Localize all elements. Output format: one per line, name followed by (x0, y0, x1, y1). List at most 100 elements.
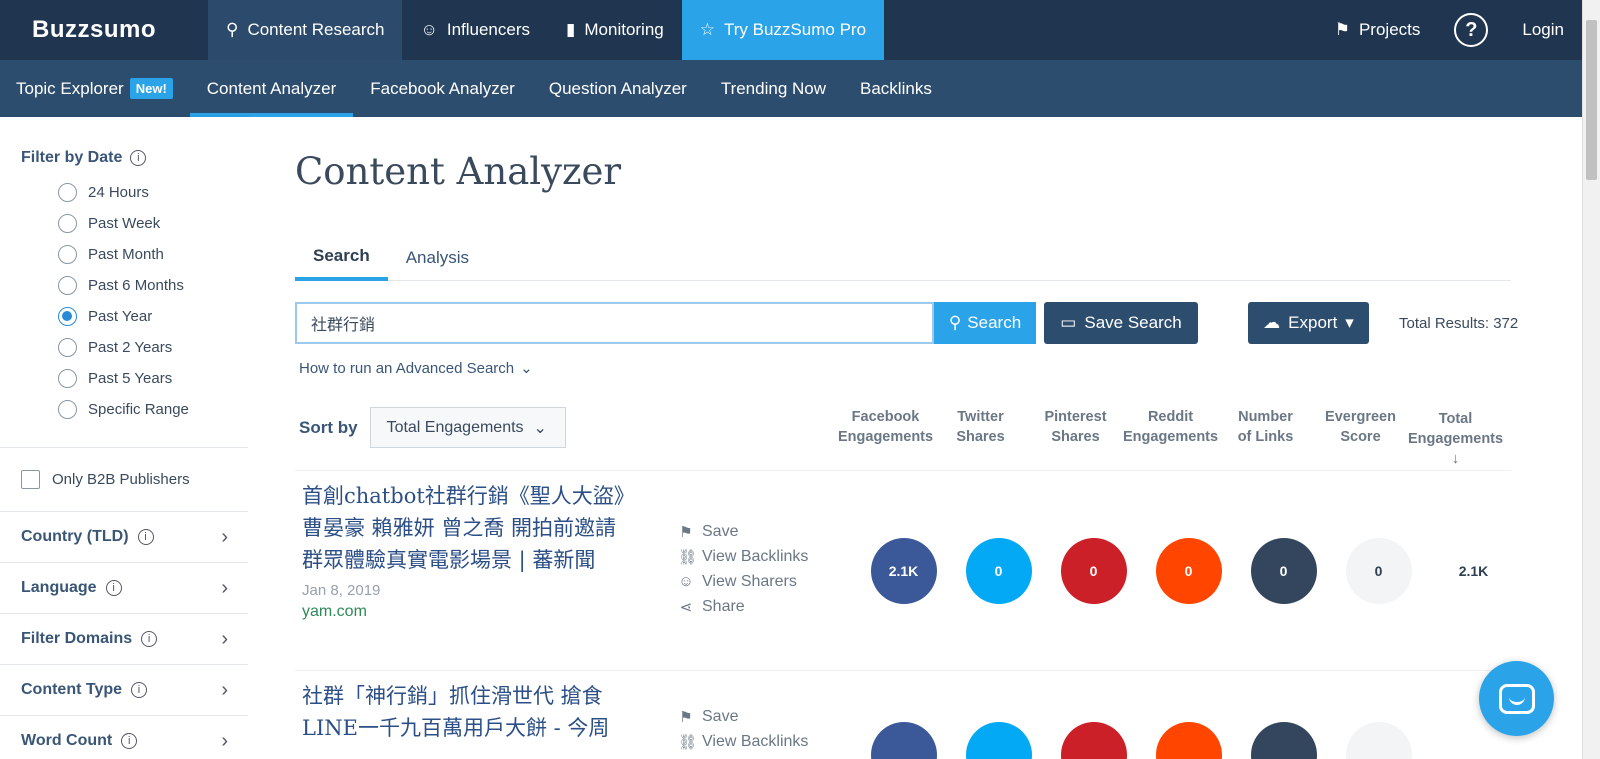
save-action[interactable]: ⚑ Save (678, 519, 808, 544)
pinterest-shares-value[interactable]: 0 (1060, 538, 1127, 604)
folder-icon: ▭ (1060, 313, 1077, 332)
subnav-facebook-analyzer[interactable]: Facebook Analyzer (353, 60, 532, 117)
nav-projects[interactable]: ⚑ Projects (1317, 0, 1439, 60)
radio-button[interactable] (58, 369, 77, 388)
subnav-question-analyzer[interactable]: Question Analyzer (532, 60, 704, 117)
radio-button-checked[interactable] (58, 307, 77, 326)
filter-domains[interactable]: Filter Domains i › (0, 613, 248, 664)
pinterest-shares-value[interactable] (1060, 722, 1127, 759)
date-option-24-hours[interactable]: 24 Hours (58, 177, 248, 208)
col-facebook-engagements[interactable]: Facebook Engagements (838, 407, 933, 469)
facebook-engagements-value[interactable]: 2.1K (870, 538, 937, 604)
date-option-specific-range[interactable]: Specific Range (58, 394, 248, 425)
info-icon[interactable]: i (137, 529, 154, 545)
info-icon[interactable]: i (131, 682, 148, 698)
subnav-content-analyzer[interactable]: Content Analyzer (189, 60, 354, 117)
date-option-past-week[interactable]: Past Week (58, 208, 248, 239)
advanced-search-link[interactable]: How to run an Advanced Search ⌄ (299, 359, 533, 378)
subnav-trending-now[interactable]: Trending Now (704, 60, 843, 117)
reddit-engagements-value[interactable]: 0 (1155, 538, 1222, 604)
save-search-button[interactable]: ▭ Save Search (1044, 302, 1198, 344)
radio-button[interactable] (58, 400, 77, 419)
date-option-label: Past 6 Months (88, 277, 184, 294)
search-button[interactable]: ⚲ Search (934, 302, 1036, 344)
date-option-past-year[interactable]: Past Year (58, 301, 248, 332)
result-metrics (856, 722, 1426, 759)
col-total-engagements[interactable]: Total Engagements ↓ (1408, 407, 1503, 469)
radio-button[interactable] (58, 276, 77, 295)
col-pinterest-shares[interactable]: Pinterest Shares (1028, 407, 1123, 469)
sort-row: Sort by Total Engagements ⌄ (299, 407, 566, 448)
number-of-links-value[interactable]: 0 (1250, 538, 1317, 604)
twitter-shares-value[interactable]: 0 (965, 538, 1032, 604)
info-icon[interactable]: i (141, 631, 158, 647)
col-number-of-links[interactable]: Number of Links (1218, 407, 1313, 469)
date-option-past-2-years[interactable]: Past 2 Years (58, 332, 248, 363)
col-line: Twitter (957, 409, 1004, 425)
col-reddit-engagements[interactable]: Reddit Engagements (1123, 407, 1218, 469)
radio-button[interactable] (58, 183, 77, 202)
bookmark-icon: ⚑ (1334, 20, 1350, 39)
info-icon[interactable]: i (121, 733, 138, 749)
col-line: Shares (956, 429, 1005, 445)
result-item: 首創chatbot社群行銷《聖人大盜》曹晏豪 賴雅妍 曾之喬 開拍前邀請群眾體驗… (302, 480, 632, 621)
tab-analysis[interactable]: Analysis (388, 235, 487, 281)
help-icon[interactable]: ? (1454, 13, 1489, 47)
view-backlinks-action[interactable]: ⛓ View Backlinks (678, 729, 808, 754)
nav-monitoring[interactable]: ▮ Monitoring (548, 0, 682, 60)
chevron-right-icon: › (221, 627, 228, 650)
date-option-past-month[interactable]: Past Month (58, 239, 248, 270)
scrollbar-thumb[interactable] (1586, 20, 1597, 180)
subnav-topic-explorer-label: Topic Explorer (16, 78, 124, 98)
radio-button[interactable] (58, 214, 77, 233)
radio-button[interactable] (58, 338, 77, 357)
facebook-engagements-value[interactable] (870, 722, 937, 759)
date-option-past-6-months[interactable]: Past 6 Months (58, 270, 248, 301)
nav-try-pro[interactable]: ☆ Try BuzzSumo Pro (681, 0, 885, 60)
result-title-link[interactable]: 首創chatbot社群行銷《聖人大盜》曹晏豪 賴雅妍 曾之喬 開拍前邀請群眾體驗… (302, 480, 632, 576)
filter-word-count[interactable]: Word Count i › (0, 715, 248, 759)
filter-section-label: Word Count (21, 732, 113, 749)
save-action[interactable]: ⚑ Save (678, 704, 808, 729)
search-input[interactable] (295, 302, 934, 344)
twitter-shares-value[interactable] (965, 722, 1032, 759)
result-metrics: 2.1K 0 0 0 0 0 2.1K (856, 538, 1521, 604)
action-label: View Backlinks (702, 547, 809, 565)
nav-content-research[interactable]: ⚲ Content Research (208, 0, 403, 60)
sort-select[interactable]: Total Engagements ⌄ (369, 407, 566, 448)
result-domain-link[interactable]: yam.com (302, 603, 632, 621)
col-evergreen-score[interactable]: Evergreen Score (1313, 407, 1408, 469)
filter-content-type[interactable]: Content Type i › (0, 664, 248, 715)
reddit-engagements-value[interactable] (1155, 722, 1222, 759)
search-icon: ⚲ (948, 313, 962, 332)
sort-by-label: Sort by (299, 417, 358, 437)
filter-country-tld[interactable]: Country (TLD) i › (0, 511, 248, 562)
number-of-links-value[interactable] (1250, 722, 1317, 759)
chat-launcher-button[interactable] (1479, 661, 1554, 736)
export-button[interactable]: ☁ Export ▾ (1248, 302, 1369, 344)
subnav-backlinks[interactable]: Backlinks (843, 60, 949, 117)
col-line: Engagements (838, 429, 934, 445)
nav-right: ⚑ Projects ? Login (1317, 0, 1582, 60)
view-backlinks-action[interactable]: ⛓ View Backlinks (678, 544, 808, 569)
sub-navigation: Topic Explorer New! Content Analyzer Fac… (0, 60, 1582, 117)
tab-search[interactable]: Search (295, 235, 388, 281)
share-action[interactable]: ⋖ Share (678, 594, 808, 619)
buzzsumo-logo[interactable]: Buzzsumo (0, 0, 208, 60)
nav-login[interactable]: Login (1504, 0, 1582, 60)
date-option-past-5-years[interactable]: Past 5 Years (58, 363, 248, 394)
view-sharers-action[interactable]: ☺ View Sharers (678, 569, 808, 594)
b2b-checkbox[interactable] (21, 470, 40, 489)
search-row: ⚲ Search ▭ Save Search ☁ Export ▾ Total … (295, 302, 1518, 344)
nav-influencers[interactable]: ☺ Influencers (402, 0, 548, 60)
result-title-link[interactable]: 社群「神行銷」抓住滑世代 搶食LINE一千九百萬用戶大餅 - 今周 (302, 680, 632, 744)
b2b-publishers-option[interactable]: Only B2B Publishers (0, 447, 248, 511)
filter-language[interactable]: Language i › (0, 562, 248, 613)
action-label: View Backlinks (702, 732, 809, 750)
info-icon[interactable]: i (130, 150, 147, 166)
col-twitter-shares[interactable]: Twitter Shares (933, 407, 1028, 469)
info-icon[interactable]: i (105, 580, 122, 596)
subnav-topic-explorer[interactable]: Topic Explorer New! (0, 60, 190, 117)
page-scrollbar[interactable] (1582, 0, 1600, 759)
radio-button[interactable] (58, 245, 77, 264)
